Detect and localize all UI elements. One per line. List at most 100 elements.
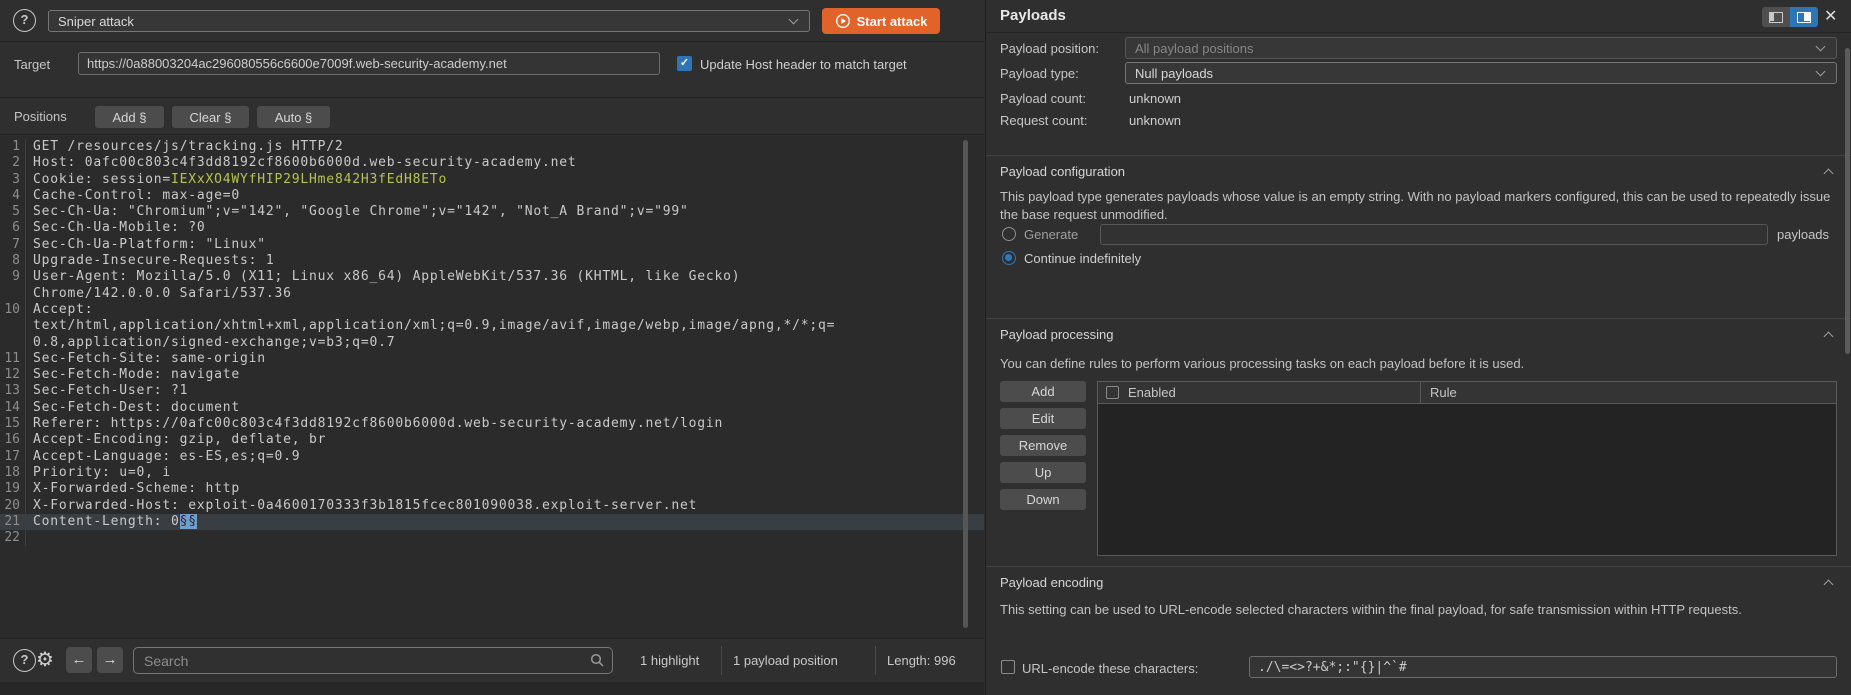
start-attack-button[interactable]: Start attack <box>822 8 940 34</box>
processing-up-button[interactable]: Up <box>1000 462 1086 483</box>
attack-type-value: Sniper attack <box>58 14 134 29</box>
gear-icon[interactable]: ⚙ <box>36 647 54 672</box>
request-line[interactable]: 11Sec-Fetch-Site: same-origin <box>0 351 984 367</box>
line-text: Accept-Language: es-ES,es;q=0.9 <box>26 449 300 465</box>
chevron-down-icon <box>789 15 799 25</box>
line-text: Sec-Fetch-Site: same-origin <box>26 351 266 367</box>
request-line[interactable]: 12Sec-Fetch-Mode: navigate <box>0 367 984 383</box>
processing-edit-button[interactable]: Edit <box>1000 408 1086 429</box>
request-line[interactable]: 9User-Agent: Mozilla/5.0 (X11; Linux x86… <box>0 269 984 285</box>
line-number: 9 <box>0 269 26 285</box>
add-position-button[interactable]: Add § <box>95 106 164 128</box>
line-text: Upgrade-Insecure-Requests: 1 <box>26 253 275 269</box>
line-text: User-Agent: Mozilla/5.0 (X11; Linux x86_… <box>26 269 740 285</box>
line-number: 10 <box>0 302 26 318</box>
request-editor[interactable]: 1GET /resources/js/tracking.js HTTP/22Ho… <box>0 136 984 638</box>
request-line[interactable]: 15Referer: https://0afc00c803c4f3dd8192c… <box>0 416 984 432</box>
search-input[interactable] <box>133 647 613 674</box>
payload-position-value: All payload positions <box>1135 41 1254 56</box>
play-icon <box>835 13 851 29</box>
request-line[interactable]: 19X-Forwarded-Scheme: http <box>0 481 984 497</box>
help-icon[interactable]: ? <box>13 9 36 32</box>
editor-scrollbar[interactable] <box>963 140 968 628</box>
prev-match-button[interactable]: ← <box>66 647 92 673</box>
request-line[interactable]: 6Sec-Ch-Ua-Mobile: ?0 <box>0 220 984 236</box>
payload-type-select[interactable]: Null payloads <box>1125 62 1837 84</box>
request-line[interactable]: 10Accept: <box>0 302 984 318</box>
line-number: 18 <box>0 465 26 481</box>
line-number: 5 <box>0 204 26 220</box>
line-text: X-Forwarded-Host: exploit-0a4600170333f3… <box>26 498 697 514</box>
request-line[interactable]: 14Sec-Fetch-Dest: document <box>0 400 984 416</box>
processing-add-button[interactable]: Add <box>1000 381 1086 402</box>
request-line[interactable]: Chrome/142.0.0.0 Safari/537.36 <box>0 286 984 302</box>
enabled-header-checkbox[interactable] <box>1106 386 1119 399</box>
auto-positions-button[interactable]: Auto § <box>257 106 330 128</box>
rule-column-header: Rule <box>1430 385 1457 400</box>
line-text: Chrome/142.0.0.0 Safari/537.36 <box>26 286 292 302</box>
request-line[interactable]: 0.8,application/signed-exchange;v=b3;q=0… <box>0 335 984 351</box>
generate-count-input[interactable] <box>1100 224 1768 245</box>
layout-left-toggle[interactable] <box>1762 7 1790 27</box>
next-match-button[interactable]: → <box>97 647 123 673</box>
payloads-panel: Payloads ✕ Payload position: All payload… <box>985 0 1851 695</box>
line-text: Sec-Fetch-Mode: navigate <box>26 367 240 383</box>
processing-down-button[interactable]: Down <box>1000 489 1086 510</box>
payload-processing-title: Payload processing <box>1000 327 1113 342</box>
close-icon[interactable]: ✕ <box>1824 6 1837 26</box>
line-text: Sec-Ch-Ua-Mobile: ?0 <box>26 220 206 236</box>
request-line[interactable]: 21Content-Length: 0§§ <box>0 514 984 530</box>
url-encode-checkbox[interactable] <box>1001 660 1015 674</box>
request-line[interactable]: 3Cookie: session=IEXxXO4WYfHIP29LHme842H… <box>0 172 984 188</box>
line-text: Sec-Fetch-User: ?1 <box>26 383 188 399</box>
line-text: Sec-Ch-Ua: "Chromium";v="142", "Google C… <box>26 204 689 220</box>
help-icon[interactable]: ? <box>13 649 36 672</box>
request-line[interactable]: 7Sec-Ch-Ua-Platform: "Linux" <box>0 237 984 253</box>
layout-right-toggle[interactable] <box>1790 7 1818 27</box>
request-line[interactable]: 18Priority: u=0, i <box>0 465 984 481</box>
url-encode-characters-input[interactable] <box>1249 656 1837 678</box>
statusbar-separator <box>875 646 876 675</box>
request-line[interactable]: 5Sec-Ch-Ua: "Chromium";v="142", "Google … <box>0 204 984 220</box>
request-line[interactable]: 17Accept-Language: es-ES,es;q=0.9 <box>0 449 984 465</box>
section-divider <box>986 155 1851 156</box>
line-number <box>0 335 26 351</box>
payload-processing-description: You can define rules to perform various … <box>1000 355 1832 373</box>
length-indicator: Length: 996 <box>887 653 956 668</box>
collapse-icon[interactable] <box>1824 169 1834 179</box>
line-text: Referer: https://0afc00c803c4f3dd8192cf8… <box>26 416 723 432</box>
line-text: Cookie: session=IEXxXO4WYfHIP29LHme842H3… <box>26 172 447 188</box>
request-line[interactable]: 13Sec-Fetch-User: ?1 <box>0 383 984 399</box>
request-line[interactable]: 22 <box>0 530 984 546</box>
request-line[interactable]: text/html,application/xhtml+xml,applicat… <box>0 318 984 334</box>
request-line[interactable]: 8Upgrade-Insecure-Requests: 1 <box>0 253 984 269</box>
url-encode-label: URL-encode these characters: <box>1022 661 1198 676</box>
request-line[interactable]: 20X-Forwarded-Host: exploit-0a4600170333… <box>0 498 984 514</box>
attack-type-select[interactable]: Sniper attack <box>48 10 810 32</box>
payload-configuration-title: Payload configuration <box>1000 164 1125 179</box>
collapse-icon[interactable] <box>1824 580 1834 590</box>
target-url-input[interactable] <box>78 52 660 75</box>
clear-positions-button[interactable]: Clear § <box>172 106 249 128</box>
request-line[interactable]: 4Cache-Control: max-age=0 <box>0 188 984 204</box>
section-divider <box>986 566 1851 567</box>
line-number: 20 <box>0 498 26 514</box>
request-line[interactable]: 1GET /resources/js/tracking.js HTTP/2 <box>0 139 984 155</box>
line-text: Accept-Encoding: gzip, deflate, br <box>26 432 326 448</box>
payload-position-select[interactable]: All payload positions <box>1125 37 1837 59</box>
payloads-scrollbar[interactable] <box>1845 48 1850 354</box>
line-number: 1 <box>0 139 26 155</box>
request-line[interactable]: 16Accept-Encoding: gzip, deflate, br <box>0 432 984 448</box>
processing-rules-table[interactable]: Enabled Rule <box>1097 381 1837 556</box>
left-pane-icon <box>1769 12 1783 23</box>
generate-label: Generate <box>1024 227 1078 242</box>
processing-remove-button[interactable]: Remove <box>1000 435 1086 456</box>
continue-indefinitely-radio[interactable] <box>1002 251 1016 265</box>
request-line[interactable]: 2Host: 0afc00c803c4f3dd8192cf8600b6000d.… <box>0 155 984 171</box>
line-text: Sec-Ch-Ua-Platform: "Linux" <box>26 237 266 253</box>
start-attack-label: Start attack <box>857 14 928 29</box>
line-number: 16 <box>0 432 26 448</box>
collapse-icon[interactable] <box>1824 332 1834 342</box>
update-host-checkbox[interactable]: ✓ <box>677 56 692 71</box>
generate-radio[interactable] <box>1002 227 1016 241</box>
